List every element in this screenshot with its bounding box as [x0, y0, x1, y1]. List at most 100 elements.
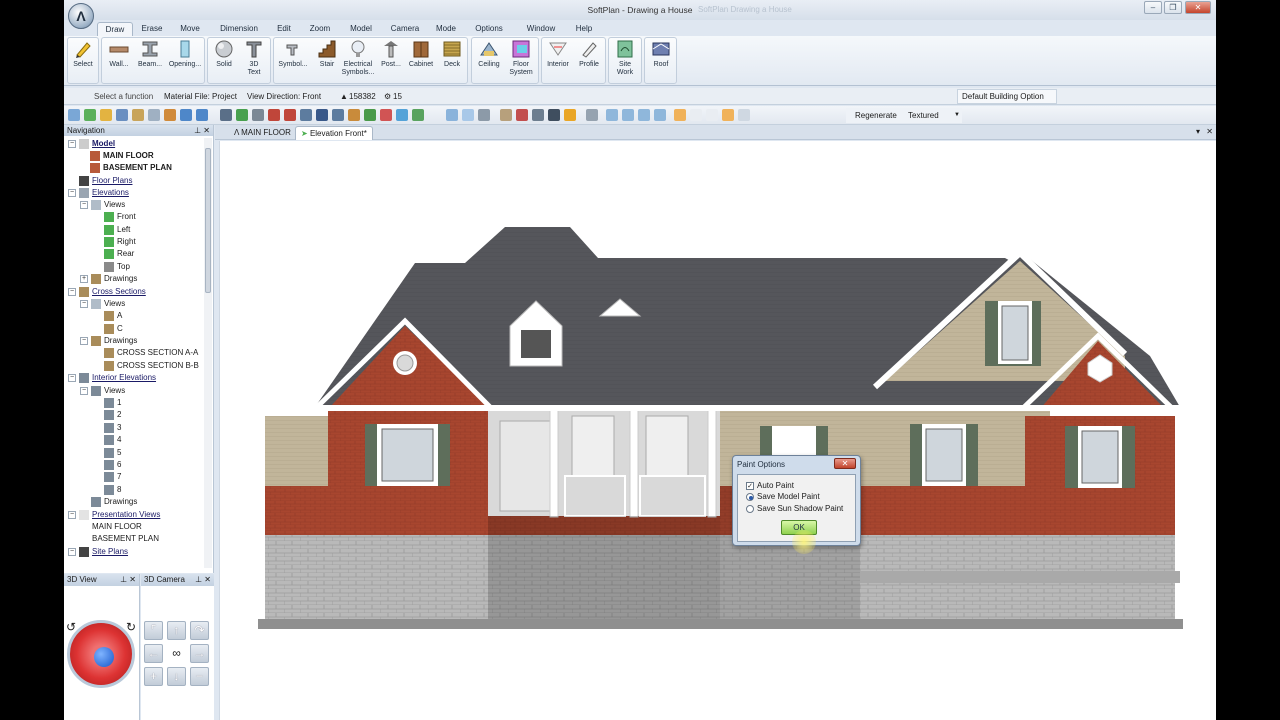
pencil-tool-icon[interactable] — [300, 109, 312, 121]
deck-button[interactable]: Deck — [438, 39, 466, 83]
cabinet-button[interactable]: Cabinet — [406, 39, 436, 83]
save-model-paint-option[interactable]: Save Model Paint — [746, 492, 820, 501]
app-logo-button[interactable]: Λ — [68, 3, 94, 29]
save-sun-shadow-option[interactable]: Save Sun Shadow Paint — [746, 504, 843, 513]
tab-camera[interactable]: Camera — [386, 22, 424, 36]
tree-cross-sections[interactable]: − Cross Sections — [68, 286, 146, 298]
tree-ie-2[interactable]: 2 — [104, 409, 121, 421]
auto-paint-checkbox[interactable]: ✓ — [746, 481, 754, 490]
cut-icon[interactable] — [132, 109, 144, 121]
tree-elev-drawings[interactable]: + Drawings — [80, 273, 137, 285]
tab-draw[interactable]: Draw — [97, 22, 133, 36]
dimension-icon[interactable] — [478, 109, 490, 121]
model-icon[interactable] — [516, 109, 528, 121]
section-icon[interactable] — [532, 109, 544, 121]
paint-icon[interactable] — [412, 109, 424, 121]
solid-button[interactable]: Solid — [210, 39, 238, 83]
tree-ie-8[interactable]: 8 — [104, 484, 121, 496]
camera-icon[interactable] — [220, 109, 232, 121]
render-mode-select[interactable]: Textured — [908, 108, 939, 123]
zoom-in-icon[interactable] — [622, 109, 634, 121]
stair-button[interactable]: Stair — [313, 39, 341, 83]
material-file[interactable]: Material File: Project — [164, 92, 237, 101]
rotate-left-icon[interactable]: ↺ — [66, 620, 76, 634]
tree-model[interactable]: − Model — [68, 138, 115, 150]
fill-icon[interactable] — [396, 109, 408, 121]
orbit-joystick[interactable] — [67, 620, 135, 688]
move-icon[interactable] — [316, 109, 328, 121]
tab-model[interactable]: Model — [343, 22, 379, 36]
tree-ie-1[interactable]: 1 — [104, 397, 121, 409]
zoom-out-icon[interactable] — [638, 109, 650, 121]
redo-icon[interactable] — [196, 109, 208, 121]
tree-ie-3[interactable]: 3 — [104, 422, 121, 434]
eraser-icon[interactable] — [380, 109, 392, 121]
save-model-paint-radio[interactable] — [746, 492, 754, 501]
tree-pv-main-floor[interactable]: MAIN FLOOR — [92, 521, 142, 533]
doc-tab-main-floor[interactable]: Λ MAIN FLOOR — [229, 126, 296, 140]
tree-rear[interactable]: Rear — [104, 248, 134, 260]
tree-ie-views[interactable]: − Views — [80, 385, 125, 397]
text-sh-icon[interactable] — [706, 109, 718, 121]
zoom-window-icon[interactable] — [606, 109, 618, 121]
tree-elev-views[interactable]: − Views — [80, 199, 125, 211]
tree-pv-basement[interactable]: BASEMENT PLAN — [92, 533, 159, 545]
tree-cs-bb[interactable]: CROSS SECTION B-B — [104, 360, 199, 372]
render-icon[interactable] — [500, 109, 512, 121]
camera-left-icon[interactable]: ← — [144, 644, 163, 663]
panel-pin-close-icons[interactable]: ⊥ ✕ — [120, 574, 136, 586]
restore-button[interactable]: ❐ — [1164, 1, 1182, 14]
scrollbar-thumb[interactable] — [205, 148, 211, 293]
electrical-button[interactable]: Electrical Symbols... — [340, 39, 376, 83]
rotate-icon[interactable] — [332, 109, 344, 121]
layers-icon[interactable] — [236, 109, 248, 121]
camera-corner-icon[interactable]: ⌜ — [144, 621, 163, 640]
tree-section-c[interactable]: C — [104, 323, 123, 335]
post-button[interactable]: Post... — [377, 39, 405, 83]
tree-top[interactable]: Top — [104, 261, 130, 273]
tab-window[interactable]: Window — [519, 22, 563, 36]
tab-mode[interactable]: Mode — [431, 22, 461, 36]
copy-icon[interactable] — [148, 109, 160, 121]
wall-tool-icon[interactable] — [252, 109, 264, 121]
front-door[interactable] — [499, 420, 551, 512]
tree-basement-plan[interactable]: BASEMENT PLAN — [90, 162, 172, 174]
panel-pin-close-icons[interactable]: ⊥ ✕ — [195, 574, 211, 586]
tab-options[interactable]: Options — [469, 22, 509, 36]
tree-cs-views[interactable]: − Views — [80, 298, 125, 310]
print-preview-icon[interactable] — [548, 109, 560, 121]
interior-button[interactable]: Interior — [542, 39, 574, 83]
grid-icon[interactable] — [738, 109, 750, 121]
select-button[interactable]: Select — [69, 39, 97, 83]
tree-main-floor[interactable]: MAIN FLOOR — [90, 150, 154, 162]
tab-erase[interactable]: Erase — [136, 22, 168, 36]
regenerate-button[interactable]: Regenerate — [855, 108, 897, 123]
save-icon[interactable] — [100, 109, 112, 121]
tree-elevations[interactable]: − Elevations — [68, 187, 129, 199]
ceiling-button[interactable]: Ceiling — [474, 39, 504, 83]
close-button[interactable]: ✕ — [1185, 1, 1211, 14]
text-re-icon[interactable] — [722, 109, 734, 121]
text3d-button[interactable]: 3D Text — [240, 39, 268, 83]
tab-zoom[interactable]: Zoom — [305, 22, 335, 36]
open-icon[interactable] — [84, 109, 96, 121]
profile-button[interactable]: Profile — [574, 39, 604, 83]
symbol-button[interactable]: Symbol... — [275, 39, 311, 83]
beam-button[interactable]: Beam... — [134, 39, 166, 83]
select-window-icon[interactable] — [446, 109, 458, 121]
joystick-center-icon[interactable] — [94, 647, 114, 667]
tab-move[interactable]: Move — [172, 22, 208, 36]
rotate-right-icon[interactable]: ↻ — [126, 620, 136, 634]
camera-up-icon[interactable]: ↑ — [167, 621, 186, 640]
site-work-button[interactable]: Site Work — [610, 39, 640, 83]
floor-system-button[interactable]: Floor System — [504, 39, 538, 83]
tree-section-a[interactable]: A — [104, 310, 122, 322]
paste-icon[interactable] — [164, 109, 176, 121]
tree-ie-5[interactable]: 5 — [104, 447, 121, 459]
tab-edit[interactable]: Edit — [270, 22, 298, 36]
camera-rotate-icon[interactable]: ↷ — [190, 621, 209, 640]
minimize-button[interactable]: – — [1144, 1, 1162, 14]
tab-close-icon[interactable]: ✕ — [1206, 127, 1213, 136]
tape-icon[interactable] — [348, 109, 360, 121]
building-option-selector[interactable]: Default Building Option — [957, 89, 1057, 104]
